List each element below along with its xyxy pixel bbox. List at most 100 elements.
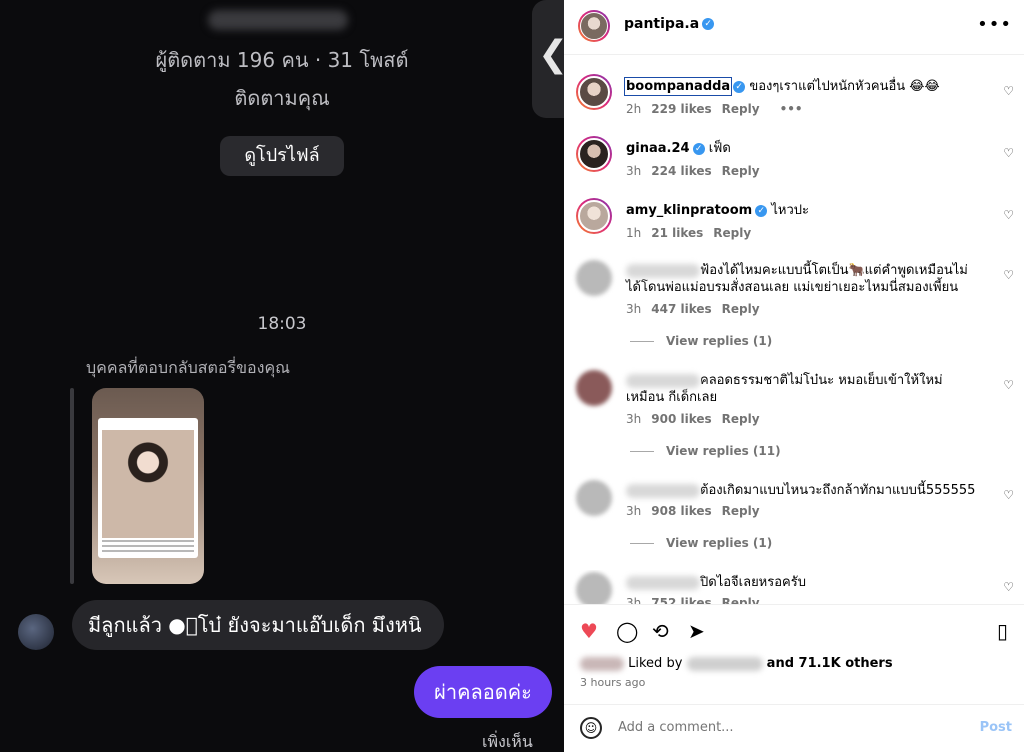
reply-button[interactable]: Reply bbox=[722, 102, 760, 116]
like-comment-icon[interactable]: ♡ bbox=[1003, 268, 1014, 282]
comment-likes[interactable]: 224 likes bbox=[651, 164, 711, 178]
comment-text: ของๆเราแต่ไปหนักหัวคนอื่น 😂😂 bbox=[749, 79, 940, 94]
author-avatar[interactable] bbox=[578, 10, 610, 42]
reply-button[interactable]: Reply bbox=[713, 226, 751, 240]
blurred-username bbox=[626, 373, 700, 388]
comment-time: 3h bbox=[626, 412, 642, 426]
comment-item: ฟ้องได้ไหมคะแบบนี้โตเป็น🐂แต่คำพูดเหมือนไ… bbox=[564, 258, 1024, 354]
liked-by-row: Liked by and 71.1K others bbox=[580, 656, 893, 671]
comment-item: boompanadda ✓ ของๆเราแต่ไปหนักหัวคนอื่น 😂… bbox=[564, 72, 1024, 128]
commenter-avatar[interactable] bbox=[576, 198, 612, 234]
post-panel: pantipa.a ✓ ••• boompanadda ✓ ของๆเราแต่ไป… bbox=[564, 0, 1024, 752]
repost-icon[interactable]: ⟲ bbox=[652, 619, 669, 643]
comment-likes[interactable]: 21 likes bbox=[651, 226, 703, 240]
share-icon[interactable]: ➤ bbox=[688, 619, 705, 643]
sender-avatar[interactable] bbox=[18, 614, 54, 650]
comment-more-icon[interactable]: ••• bbox=[780, 102, 803, 116]
comment-time: 3h bbox=[626, 164, 642, 178]
reply-button[interactable]: Reply bbox=[722, 412, 760, 426]
seen-status: เพิ่งเห็น bbox=[482, 732, 533, 751]
like-comment-icon[interactable]: ♡ bbox=[1003, 488, 1014, 502]
commenter-username[interactable]: amy_klinpratoom bbox=[626, 203, 752, 218]
blurred-username bbox=[626, 483, 700, 498]
comment-icon[interactable]: ◯ bbox=[616, 619, 638, 643]
commenter-avatar[interactable] bbox=[576, 136, 612, 172]
commenter-avatar[interactable] bbox=[576, 480, 612, 516]
chevron-left-icon: ❮ bbox=[538, 34, 564, 75]
commenter-avatar[interactable] bbox=[576, 572, 612, 604]
view-replies-button[interactable]: View replies (1) bbox=[630, 334, 772, 348]
commenter-avatar[interactable] bbox=[576, 370, 612, 406]
reply-button[interactable]: Reply bbox=[722, 504, 760, 518]
verified-icon: ✓ bbox=[755, 204, 768, 217]
like-comment-icon[interactable]: ♡ bbox=[1003, 84, 1014, 98]
commenter-username[interactable]: boompanadda bbox=[623, 77, 733, 96]
post-header: pantipa.a ✓ ••• bbox=[564, 0, 1024, 55]
comment-likes[interactable]: 447 likes bbox=[651, 302, 711, 316]
comment-input[interactable] bbox=[616, 719, 950, 736]
incoming-message[interactable]: มีลูกแล้ว ●ีโบ๋ ยังจะมาแอ๊บเด็ก มึงหนิ bbox=[72, 600, 444, 650]
view-profile-button[interactable]: ดูโปรไฟล์ bbox=[220, 136, 344, 176]
post-actions: ♥ ◯ ⟲ ➤ ▯ bbox=[564, 604, 1024, 653]
comment-time: 3h bbox=[626, 504, 642, 518]
comment-item: ต้องเกิดมาแบบไหนวะถึงกล้าทักมาแบบนี้5555… bbox=[564, 478, 1024, 554]
blurred-liker-avatars bbox=[580, 656, 624, 671]
blurred-name bbox=[208, 10, 348, 30]
comment-likes[interactable]: 229 likes bbox=[651, 102, 711, 116]
posted-time: 3 hours ago bbox=[580, 676, 646, 689]
add-comment-bar: ☺ Post bbox=[564, 704, 1024, 753]
author-username[interactable]: pantipa.a ✓ bbox=[624, 16, 715, 32]
chat-panel: ผู้ติดตาม 196 คน · 31 โพสต์ ติดตามคุณ ดู… bbox=[0, 0, 564, 752]
like-comment-icon[interactable]: ♡ bbox=[1003, 208, 1014, 222]
more-options-icon[interactable]: ••• bbox=[977, 14, 1012, 35]
comment-text: ไหวปะ bbox=[771, 203, 810, 218]
comment-likes[interactable]: 908 likes bbox=[651, 504, 711, 518]
comment-item: ปิดไอจีเลยหรอครับ 3h 752 likes Reply ♡ bbox=[564, 570, 1024, 604]
comment-time: 3h bbox=[626, 596, 642, 604]
blurred-liker-name bbox=[686, 656, 763, 671]
story-photo bbox=[102, 430, 194, 538]
comment-time: 3h bbox=[626, 302, 642, 316]
reply-button[interactable]: Reply bbox=[722, 302, 760, 316]
verified-icon: ✓ bbox=[692, 142, 705, 155]
message-timestamp: 18:03 bbox=[257, 314, 307, 334]
comment-time: 2h bbox=[626, 102, 642, 116]
comment-time: 1h bbox=[626, 226, 642, 240]
story-thumbnail[interactable] bbox=[92, 388, 204, 584]
comment-item: ginaa.24 ✓ เฟ็ด 3h 224 likes Reply ♡ bbox=[564, 134, 1024, 190]
liked-by-others[interactable]: and 71.1K others bbox=[767, 656, 893, 671]
liked-by-prefix: Liked by bbox=[628, 656, 683, 671]
view-replies-button[interactable]: View replies (11) bbox=[630, 444, 781, 458]
commenter-avatar[interactable] bbox=[576, 74, 612, 110]
emoji-icon[interactable]: ☺ bbox=[580, 717, 602, 739]
commenter-username[interactable]: ginaa.24 bbox=[626, 141, 690, 156]
reply-button[interactable]: Reply bbox=[722, 164, 760, 178]
reply-button[interactable]: Reply bbox=[722, 596, 760, 604]
commenter-avatar[interactable] bbox=[576, 260, 612, 296]
blurred-username bbox=[626, 263, 700, 278]
bookmark-icon[interactable]: ▯ bbox=[997, 619, 1008, 643]
comment-text: ปิดไอจีเลยหรอครับ bbox=[700, 575, 806, 590]
comment-likes[interactable]: 752 likes bbox=[651, 596, 711, 604]
heart-filled-icon[interactable]: ♥ bbox=[580, 619, 598, 643]
collapse-handle[interactable]: ❮ bbox=[532, 0, 564, 118]
like-comment-icon[interactable]: ♡ bbox=[1003, 378, 1014, 392]
post-comment-button[interactable]: Post bbox=[980, 720, 1012, 735]
quote-bar bbox=[70, 388, 74, 584]
verified-icon: ✓ bbox=[733, 80, 746, 93]
outgoing-message[interactable]: ผ่าคลอดค่ะ bbox=[414, 666, 552, 718]
comment-item: amy_klinpratoom ✓ ไหวปะ 1h 21 likes Reply ♡ bbox=[564, 196, 1024, 252]
comment-item: คลอดธรรมชาติไม่โบ๋นะ หมอเย็บเข้าให้ใหม่ … bbox=[564, 368, 1024, 464]
comment-text: ต้องเกิดมาแบบไหนวะถึงกล้าทักมาแบบนี้5555… bbox=[700, 483, 976, 498]
like-comment-icon[interactable]: ♡ bbox=[1003, 580, 1014, 594]
followers-count: ผู้ติดตาม 196 คน · 31 โพสต์ bbox=[155, 48, 409, 72]
comment-likes[interactable]: 900 likes bbox=[651, 412, 711, 426]
story-caption bbox=[102, 540, 194, 554]
like-comment-icon[interactable]: ♡ bbox=[1003, 146, 1014, 160]
story-reply-label: บุคคลที่ตอบกลับสตอรี่ของคุณ bbox=[86, 358, 290, 377]
blurred-username bbox=[626, 575, 700, 590]
follows-you-label: ติดตามคุณ bbox=[234, 86, 330, 110]
comment-text: เฟ็ด bbox=[708, 141, 731, 156]
view-replies-button[interactable]: View replies (1) bbox=[630, 536, 772, 550]
verified-icon: ✓ bbox=[702, 18, 715, 30]
